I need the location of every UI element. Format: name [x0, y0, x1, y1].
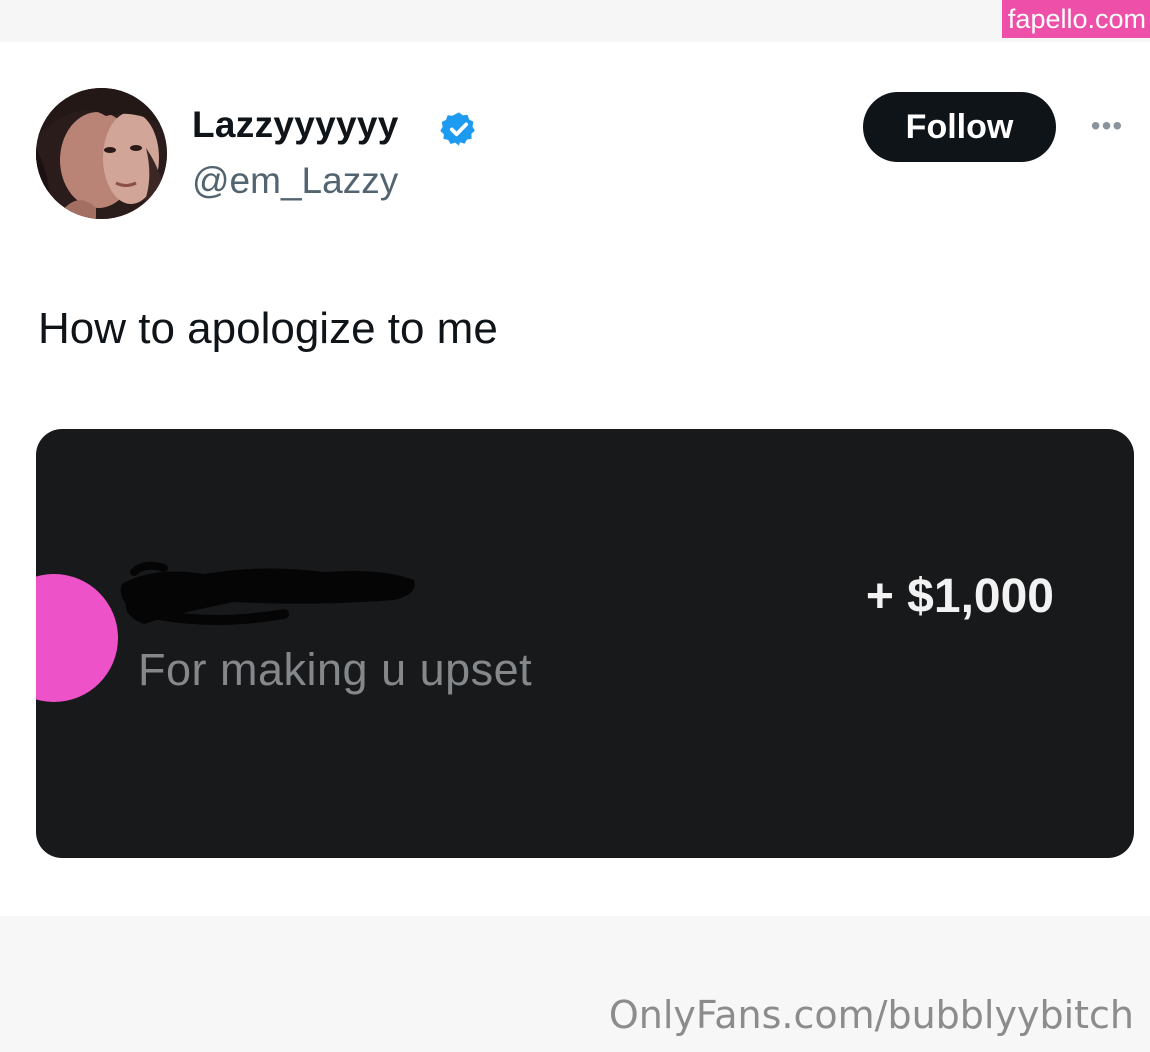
tweet-media[interactable]: For making u upset + $1,000 — [36, 429, 1134, 858]
tweet-text: How to apologize to me — [38, 304, 498, 353]
payment-note: For making u upset — [138, 644, 533, 695]
top-strip — [0, 0, 1150, 42]
display-name[interactable]: Lazzyyyyyy — [192, 104, 399, 146]
site-watermark: fapello.com — [1001, 0, 1150, 38]
avatar-photo — [36, 88, 167, 219]
follow-button[interactable]: Follow — [863, 92, 1056, 162]
user-handle[interactable]: @em_Lazzy — [192, 160, 398, 202]
more-options-icon[interactable]: ••• — [1084, 110, 1130, 142]
avatar[interactable] — [36, 88, 167, 219]
redacted-name-scribble — [120, 561, 415, 625]
payment-avatar-dot — [36, 574, 118, 702]
payment-amount: + $1,000 — [865, 570, 1054, 623]
footer-watermark: OnlyFans.com/bubblyybitch — [608, 993, 1134, 1037]
verified-badge-icon — [440, 112, 475, 146]
tweet-card: Lazzyyyyyy @em_Lazzy Follow ••• How to a… — [0, 42, 1150, 916]
